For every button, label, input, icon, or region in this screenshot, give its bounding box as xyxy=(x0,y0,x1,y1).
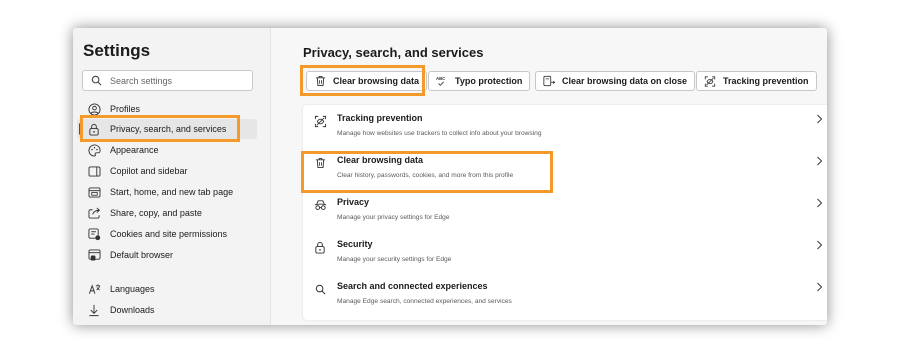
sidebar-item-label: Appearance xyxy=(110,145,159,155)
sidebar: Settings Profiles Privacy, search, and s… xyxy=(73,28,271,325)
page-title: Privacy, search, and services xyxy=(303,45,484,60)
sidebar-item-cookies[interactable]: Cookies and site permissions xyxy=(77,224,257,244)
search-input[interactable] xyxy=(110,73,248,88)
chevron-right-icon xyxy=(816,240,824,250)
tracking-icon xyxy=(704,75,716,87)
row-description: Manage Edge search, connected experience… xyxy=(337,298,512,305)
row-privacy[interactable]: Privacy Manage your privacy settings for… xyxy=(303,189,827,231)
sidebar-item-copilot[interactable]: Copilot and sidebar xyxy=(77,161,257,181)
row-title: Tracking prevention xyxy=(337,113,423,123)
appearance-icon xyxy=(87,143,101,157)
home-icon xyxy=(87,185,101,199)
highlight-box-row xyxy=(301,151,553,193)
sidebar-item-label: Profiles xyxy=(110,104,141,114)
search-box[interactable] xyxy=(82,70,253,91)
sidebar-title: Settings xyxy=(83,41,151,60)
sidebar-item-appearance[interactable]: Appearance xyxy=(77,140,257,160)
sidebar-icon xyxy=(87,164,101,178)
row-security[interactable]: Security Manage your security settings f… xyxy=(303,231,827,273)
browser-icon xyxy=(87,248,101,262)
chip-label: Typo protection xyxy=(455,76,523,86)
lock-icon xyxy=(313,240,327,254)
row-description: Manage how websites use trackers to coll… xyxy=(337,130,542,137)
chip-tracking-prevention[interactable]: Tracking prevention xyxy=(696,71,817,91)
sidebar-item-languages[interactable]: Languages xyxy=(77,279,257,299)
row-title: Privacy xyxy=(337,197,370,207)
chip-label: Tracking prevention xyxy=(723,76,809,86)
spellcheck-icon: ABC xyxy=(436,75,448,87)
row-description: Manage your privacy settings for Edge xyxy=(337,214,450,221)
row-tracking-prevention[interactable]: Tracking prevention Manage how websites … xyxy=(303,105,827,147)
chevron-right-icon xyxy=(816,282,824,292)
row-description: Manage your security settings for Edge xyxy=(337,256,452,263)
sidebar-item-start-home[interactable]: Start, home, and new tab page xyxy=(77,182,257,202)
chip-typo-protection[interactable]: ABC Typo protection xyxy=(428,71,531,91)
chip-clear-on-close[interactable]: Clear browsing data on close xyxy=(535,71,696,91)
sidebar-item-label: Languages xyxy=(110,284,155,294)
profile-icon xyxy=(87,102,101,116)
highlight-box-privacy xyxy=(80,115,240,142)
privacy-icon xyxy=(313,198,327,212)
sidebar-item-label: Start, home, and new tab page xyxy=(110,187,234,197)
chevron-right-icon xyxy=(816,156,824,166)
cookies-icon xyxy=(87,227,101,241)
chip-label: Clear browsing data on close xyxy=(562,76,688,86)
sidebar-item-label: Share, copy, and paste xyxy=(110,208,202,218)
download-icon xyxy=(87,303,101,317)
clear-on-close-icon xyxy=(543,75,555,87)
sidebar-item-label: Default browser xyxy=(110,250,174,260)
sidebar-item-share[interactable]: Share, copy, and paste xyxy=(77,203,257,223)
chevron-right-icon xyxy=(816,114,824,124)
row-title: Search and connected experiences xyxy=(337,281,488,291)
search-icon xyxy=(313,282,327,296)
tracking-icon xyxy=(313,114,327,128)
search-icon xyxy=(91,75,103,87)
svg-text:ABC: ABC xyxy=(436,76,445,81)
sidebar-item-downloads[interactable]: Downloads xyxy=(77,300,257,320)
sidebar-item-label: Copilot and sidebar xyxy=(110,166,188,176)
languages-icon xyxy=(87,282,101,296)
share-icon xyxy=(87,206,101,220)
highlight-box-chip xyxy=(300,65,425,96)
main-content: Privacy, search, and services Clear brow… xyxy=(271,28,827,325)
settings-card: Tracking prevention Manage how websites … xyxy=(303,105,827,320)
settings-window: Settings Profiles Privacy, search, and s… xyxy=(73,28,827,325)
sidebar-item-default-browser[interactable]: Default browser xyxy=(77,245,257,265)
sidebar-item-label: Downloads xyxy=(110,305,155,315)
row-search-connected[interactable]: Search and connected experiences Manage … xyxy=(303,273,827,315)
sidebar-item-label: Cookies and site permissions xyxy=(110,229,228,239)
chevron-right-icon xyxy=(816,198,824,208)
row-title: Security xyxy=(337,239,373,249)
